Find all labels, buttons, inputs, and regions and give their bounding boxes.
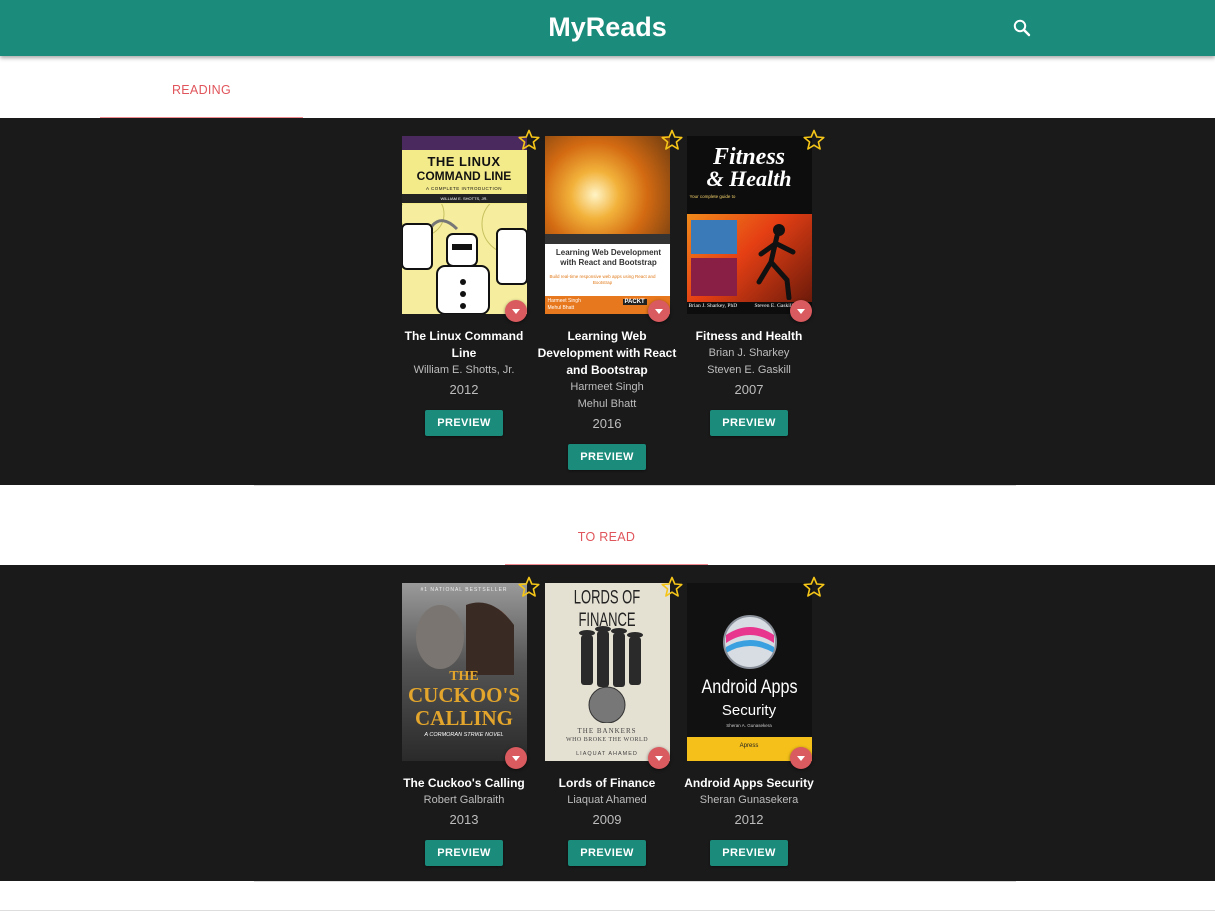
book-card: Learning Web Development with React and … [536, 129, 683, 470]
shelf-reading: THE LINUX COMMAND LINE A COMPLETE INTROD… [0, 118, 1215, 486]
cover-title-line: Security [721, 702, 777, 719]
search-icon[interactable] [1010, 16, 1034, 40]
book-cover[interactable]: THE LINUX COMMAND LINE A COMPLETE INTROD… [401, 136, 527, 314]
preview-button[interactable]: PREVIEW [710, 410, 788, 436]
shelf-changer-button[interactable] [789, 747, 812, 769]
cover-tagline: #1 NATIONAL BESTSELLER [420, 587, 508, 593]
book-cover[interactable]: Learning Web Development with React and … [544, 136, 670, 314]
preview-button[interactable]: PREVIEW [568, 444, 646, 470]
book-year: 2012 [734, 812, 764, 827]
book-year: 2007 [734, 382, 764, 397]
cover-subtitle: WHO BROKE THE WORLD [565, 737, 649, 743]
shelf-tab-label: READING [171, 83, 232, 97]
cover-title-line: CALLING [414, 706, 514, 730]
book-card: Android Apps Security Sheran A. Gunaseke… [678, 576, 825, 866]
cover-portraits [415, 602, 514, 675]
globe-graphic [722, 615, 777, 669]
cover-title-line: COMMAND LINE [416, 169, 512, 183]
cover-artwork [686, 214, 812, 302]
cover-title-line: Learning Web Development [555, 248, 662, 257]
shelf-changer-button[interactable] [647, 300, 670, 322]
star-icon[interactable] [802, 575, 826, 599]
book-year: 2013 [449, 812, 479, 827]
book-title: The Cuckoo's Calling [403, 776, 525, 790]
book-author: Steven E. Gaskill [707, 364, 791, 376]
robot-illustration [401, 204, 527, 314]
cover-author: Brian J. Sharkey, PhD [688, 303, 738, 309]
book-title: Android Apps Security [684, 776, 814, 790]
book-cover[interactable]: #1 NATIONAL BESTSELLER THE CUCKOO'S CALL… [401, 583, 527, 761]
preview-button[interactable]: PREVIEW [710, 840, 788, 866]
book-author: Brian J. Sharkey [708, 347, 790, 359]
book-cover[interactable]: Android Apps Security Sheran A. Gunaseke… [686, 583, 812, 761]
shelf-changer-button[interactable] [504, 747, 527, 769]
publisher-logo: PACKT [622, 299, 647, 305]
cover-artwork [578, 626, 643, 723]
star-icon[interactable] [802, 128, 826, 152]
cover-title-line: with React and Bootstrap [560, 258, 657, 267]
cover-author: Harmeet Singh [547, 298, 581, 304]
shelf-to-read: #1 NATIONAL BESTSELLER THE CUCKOO'S CALL… [0, 565, 1215, 882]
shelf-tab-to-read[interactable]: TO READ [505, 526, 708, 566]
book-cover[interactable]: LORDS OF FINANCE THE BANKERS WHO BROKE T… [544, 583, 670, 761]
cover-artwork [544, 136, 670, 234]
shelf-changer-button[interactable] [647, 747, 670, 769]
book-cover[interactable]: Fitness & Health Your complete guide to … [686, 136, 812, 314]
cover-title-line: Android Apps [700, 677, 798, 698]
cover-title-line: CUCKOO'S [407, 683, 520, 707]
cover-title-line: THE LINUX [427, 154, 501, 169]
book-card: THE LINUX COMMAND LINE A COMPLETE INTROD… [393, 129, 540, 436]
cover-author: Mehul Bhatt [547, 305, 575, 311]
preview-button[interactable]: PREVIEW [568, 840, 646, 866]
book-author: Harmeet Singh [570, 381, 644, 393]
book-author: William E. Shotts, Jr. [413, 364, 515, 376]
book-title: Learning Web Development with React and … [537, 329, 677, 377]
cover-author: WILLIAM E. SHOTTS, JR. [401, 194, 527, 203]
preview-button[interactable]: PREVIEW [425, 840, 503, 866]
preview-button[interactable]: PREVIEW [425, 410, 503, 436]
book-year: 2012 [449, 382, 479, 397]
cover-subtitle: Your complete guide to [689, 194, 736, 199]
book-title: Lords of Finance [558, 776, 656, 790]
shelf-changer-button[interactable] [504, 300, 527, 322]
app-header: MyReads [0, 0, 1215, 56]
publisher-logo: Apress [739, 743, 759, 749]
book-year: 2016 [592, 416, 622, 431]
cover-author: Sheran A. Gunasekera [726, 723, 772, 728]
shelf-divider [254, 485, 1016, 486]
cover-subtitle: A COMPLETE INTRODUCTION [425, 186, 502, 191]
cover-subtitle: A CORMORAN STRIKE NOVEL [424, 732, 504, 738]
shelf-changer-button[interactable] [789, 300, 812, 322]
book-author: Robert Galbraith [423, 794, 505, 806]
book-card: #1 NATIONAL BESTSELLER THE CUCKOO'S CALL… [393, 576, 540, 866]
book-card: Fitness & Health Your complete guide to … [678, 129, 825, 436]
shelf-tab-label: TO READ [577, 530, 636, 544]
cover-author: Steven E. Gaskill [754, 303, 793, 309]
cover-subtitle: Build real-time responsive web apps usin… [549, 274, 656, 285]
book-year: 2009 [592, 812, 622, 827]
shelf-divider [254, 881, 1016, 882]
shelf-tab-reading[interactable]: READING [100, 79, 303, 119]
book-title: The Linux Command Line [404, 329, 524, 360]
cover-title-line: & Health [706, 166, 792, 191]
book-author: Liaquat Ahamed [567, 794, 647, 806]
book-card: LORDS OF FINANCE THE BANKERS WHO BROKE T… [536, 576, 683, 866]
book-author: Sheran Gunasekera [699, 794, 799, 806]
cover-subtitle: THE BANKERS [577, 727, 637, 735]
book-author: Mehul Bhatt [577, 398, 637, 410]
book-title: Fitness and Health [695, 329, 803, 343]
